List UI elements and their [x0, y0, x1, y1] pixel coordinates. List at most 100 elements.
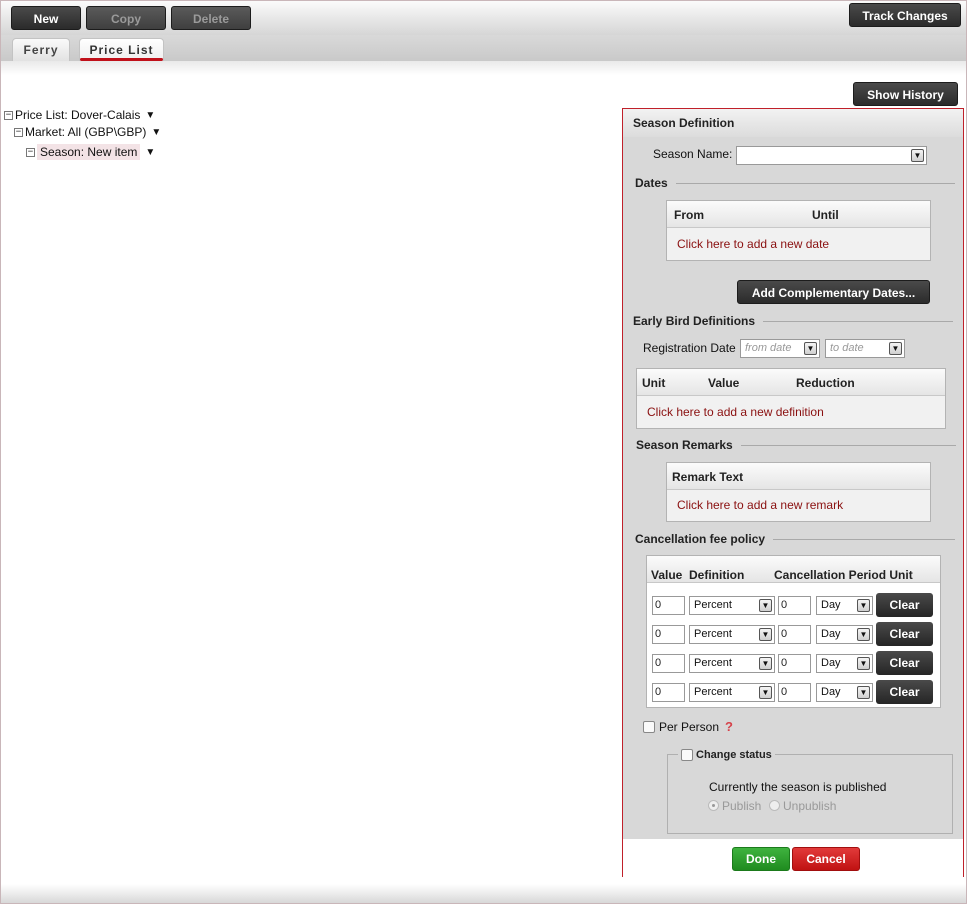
clear-button[interactable]: Clear: [876, 651, 933, 675]
remarks-grid: Remark Text Click here to add a new rema…: [666, 462, 931, 522]
collapse-icon[interactable]: −: [26, 147, 35, 157]
cancellation-unit-select[interactable]: Day ▼: [816, 625, 873, 644]
cancellation-title-text: Cancellation fee policy: [635, 532, 766, 546]
unpublish-label: Unpublish: [783, 799, 837, 813]
copy-button[interactable]: Copy: [86, 6, 166, 30]
bottom-bar: [1, 884, 966, 903]
chevron-down-icon[interactable]: ▼: [911, 149, 924, 162]
tab-ferry[interactable]: Ferry: [12, 38, 70, 61]
registration-to-date[interactable]: to date ▼: [825, 339, 905, 358]
remarks-section-title: Season Remarks: [636, 438, 956, 452]
divider: [763, 320, 953, 322]
chevron-down-icon[interactable]: ▼: [759, 628, 772, 641]
per-person-label: Per Person: [659, 720, 720, 734]
new-button[interactable]: New: [11, 6, 81, 30]
sub-toolbar: [1, 61, 966, 75]
chevron-down-icon[interactable]: ▼: [857, 657, 870, 670]
early-bird-grid-header: Unit Value Reduction: [637, 369, 945, 396]
clear-button[interactable]: Clear: [876, 593, 933, 617]
cancellation-value-input[interactable]: 0: [652, 654, 685, 673]
tree-label-price-list: Price List: Dover-Calais: [15, 108, 141, 122]
remarks-grid-header: Remark Text: [667, 463, 930, 490]
dates-grid-header: From Until: [667, 201, 930, 228]
cancellation-unit-select[interactable]: Day ▼: [816, 683, 873, 702]
chevron-down-icon[interactable]: ▼: [889, 342, 902, 355]
column-reduction: Reduction: [796, 376, 855, 390]
chevron-down-icon[interactable]: ▼: [857, 599, 870, 612]
per-person-checkbox[interactable]: [643, 721, 655, 733]
question-mark-icon[interactable]: ?: [725, 719, 733, 734]
remarks-title-text: Season Remarks: [636, 438, 733, 452]
cancel-button[interactable]: Cancel: [792, 847, 860, 871]
tree-label-season: Season: New item: [37, 144, 141, 160]
divider: [773, 538, 955, 540]
registration-from-date[interactable]: from date ▼: [740, 339, 820, 358]
column-cancellation-period-unit: Cancellation Period Unit: [774, 568, 913, 582]
definition-value: Percent: [694, 686, 732, 698]
cancellation-definition-select[interactable]: Percent ▼: [689, 654, 775, 673]
chevron-down-icon[interactable]: ▼: [759, 686, 772, 699]
cancellation-value-input[interactable]: 0: [652, 683, 685, 702]
publish-radio[interactable]: [708, 800, 719, 811]
unpublish-radio[interactable]: [769, 800, 780, 811]
chevron-down-icon[interactable]: ▼: [151, 127, 161, 138]
cancellation-period-input[interactable]: 0: [778, 596, 811, 615]
unit-value: Day: [821, 628, 841, 640]
early-bird-section-title: Early Bird Definitions: [633, 314, 953, 328]
cancellation-unit-select[interactable]: Day ▼: [816, 654, 873, 673]
cancellation-period-input[interactable]: 0: [778, 654, 811, 673]
cancellation-definition-select[interactable]: Percent ▼: [689, 596, 775, 615]
chevron-down-icon[interactable]: ▼: [759, 657, 772, 670]
clear-button[interactable]: Clear: [876, 680, 933, 704]
chevron-down-icon[interactable]: ▼: [857, 686, 870, 699]
panel-footer: Done Cancel: [623, 839, 963, 877]
column-until: Until: [812, 208, 839, 222]
panel-title: Season Definition: [623, 109, 963, 137]
tree-node-season[interactable]: − Season: New item ▼: [26, 144, 155, 160]
delete-button[interactable]: Delete: [171, 6, 251, 30]
unit-value: Day: [821, 657, 841, 669]
cancellation-value-input[interactable]: 0: [652, 596, 685, 615]
divider: [740, 444, 956, 446]
done-button[interactable]: Done: [732, 847, 790, 871]
cancellation-unit-select[interactable]: Day ▼: [816, 596, 873, 615]
unit-value: Day: [821, 599, 841, 611]
column-value: Value: [708, 376, 740, 390]
chevron-down-icon[interactable]: ▼: [857, 628, 870, 641]
track-changes-button[interactable]: Track Changes: [849, 3, 961, 27]
add-date-link[interactable]: Click here to add a new date: [677, 237, 829, 251]
chevron-down-icon[interactable]: ▼: [145, 147, 155, 158]
definition-value: Percent: [694, 628, 732, 640]
early-bird-grid: Unit Value Reduction Click here to add a…: [636, 368, 946, 429]
registration-date-label: Registration Date: [643, 341, 736, 355]
tree-label-market: Market: All (GBP\GBP): [25, 125, 147, 139]
chevron-down-icon[interactable]: ▼: [145, 110, 155, 121]
cancellation-period-input[interactable]: 0: [778, 683, 811, 702]
chevron-down-icon[interactable]: ▼: [759, 599, 772, 612]
dates-grid: From Until Click here to add a new date: [666, 200, 931, 261]
tree-node-price-list[interactable]: − Price List: Dover-Calais ▼: [4, 108, 155, 122]
tab-price-list[interactable]: Price List: [79, 38, 164, 61]
tree-node-market[interactable]: − Market: All (GBP\GBP) ▼: [14, 125, 161, 139]
column-from: From: [674, 208, 704, 222]
dates-section-title: Dates: [635, 176, 955, 190]
collapse-icon[interactable]: −: [14, 127, 23, 137]
column-value: Value: [651, 568, 683, 582]
collapse-icon[interactable]: −: [4, 110, 13, 120]
season-name-field[interactable]: ▼: [736, 146, 927, 165]
season-definition-panel: Season Definition Season Name: ▼ Dates F…: [622, 108, 964, 877]
add-remark-link[interactable]: Click here to add a new remark: [677, 498, 843, 512]
cancellation-definition-select[interactable]: Percent ▼: [689, 683, 775, 702]
change-status-legend: Change status: [678, 749, 775, 761]
cancellation-value-input[interactable]: 0: [652, 625, 685, 644]
cancellation-period-input[interactable]: 0: [778, 625, 811, 644]
clear-button[interactable]: Clear: [876, 622, 933, 646]
cancellation-definition-select[interactable]: Percent ▼: [689, 625, 775, 644]
add-complementary-dates-button[interactable]: Add Complementary Dates...: [737, 280, 930, 304]
chevron-down-icon[interactable]: ▼: [804, 342, 817, 355]
current-status-text: Currently the season is published: [709, 780, 887, 794]
definition-value: Percent: [694, 599, 732, 611]
add-definition-link[interactable]: Click here to add a new definition: [647, 405, 824, 419]
show-history-button[interactable]: Show History: [853, 82, 958, 106]
change-status-checkbox[interactable]: [681, 749, 693, 761]
